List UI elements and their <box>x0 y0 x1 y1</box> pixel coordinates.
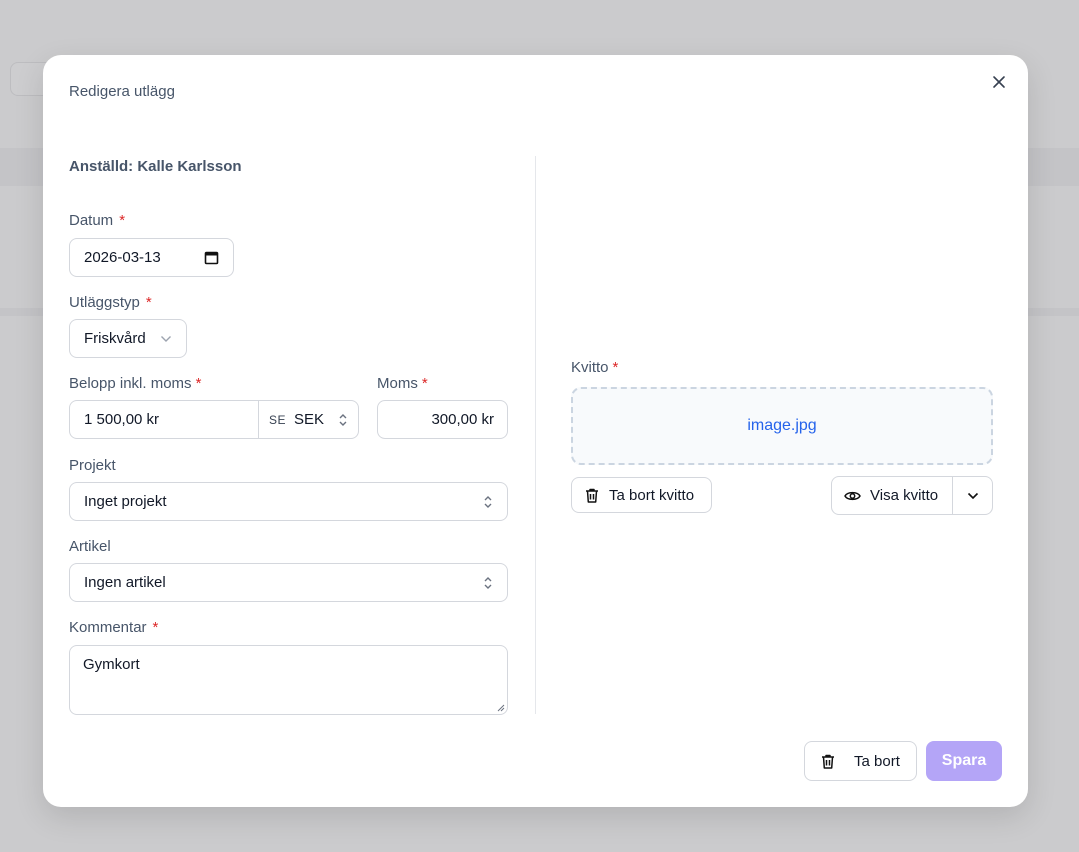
vat-input[interactable]: 300,00 kr <box>377 400 508 439</box>
project-select[interactable]: Inget projekt <box>69 482 508 521</box>
date-input[interactable]: 2026-03-13 <box>69 238 234 277</box>
comment-label: Kommentar * <box>69 619 159 636</box>
employee-name: Anställd: Kalle Karlsson <box>69 158 242 175</box>
expense-type-select[interactable]: Friskvård <box>69 319 187 358</box>
required-mark: * <box>195 375 202 392</box>
remove-receipt-label: Ta bort kvitto <box>609 486 695 504</box>
vat-value: 300,00 kr <box>431 411 494 428</box>
currency-select[interactable]: SE SEK <box>259 401 358 438</box>
required-mark: * <box>612 359 619 376</box>
chevron-updown-icon <box>484 576 492 589</box>
required-mark: * <box>145 294 152 311</box>
close-button[interactable] <box>988 71 1010 93</box>
remove-receipt-button[interactable]: Ta bort kvitto <box>571 477 712 513</box>
chevron-down-icon <box>161 335 171 342</box>
view-receipt-label: Visa kvitto <box>870 487 939 504</box>
required-mark: * <box>152 619 159 636</box>
eye-icon <box>844 491 861 500</box>
required-mark: * <box>119 212 126 229</box>
comment-textarea[interactable]: Gymkort <box>69 645 508 715</box>
article-value: Ingen artikel <box>84 574 166 591</box>
date-value: 2026-03-13 <box>84 249 161 266</box>
required-mark: * <box>421 375 428 392</box>
chevron-updown-icon <box>339 413 347 426</box>
comment-value: Gymkort <box>83 656 140 673</box>
delete-label: Ta bort <box>854 752 900 770</box>
calendar-icon[interactable] <box>204 250 219 265</box>
amount-label: Belopp inkl. moms * <box>69 375 202 392</box>
chevron-updown-icon <box>484 495 492 508</box>
date-label: Datum * <box>69 212 126 229</box>
expense-type-value: Friskvård <box>84 330 146 347</box>
trash-icon <box>822 754 834 769</box>
article-label: Artikel <box>69 538 111 555</box>
view-receipt-button[interactable]: Visa kvitto <box>832 477 953 514</box>
close-icon <box>993 76 1005 88</box>
currency-flag: SE <box>269 412 287 427</box>
amount-value[interactable]: 1 500,00 kr <box>70 401 259 438</box>
receipt-file-link[interactable]: image.jpg <box>747 417 816 435</box>
column-divider <box>535 156 536 714</box>
resize-handle-icon[interactable] <box>496 703 505 712</box>
view-receipt-dropdown-toggle[interactable] <box>953 477 992 514</box>
chevron-down-icon <box>967 492 978 499</box>
save-button[interactable]: Spara <box>926 741 1002 781</box>
trash-icon <box>586 488 598 503</box>
vat-label: Moms * <box>377 375 428 392</box>
project-value: Inget projekt <box>84 493 167 510</box>
edit-expense-dialog: Redigera utlägg Anställd: Kalle Karlsson… <box>43 55 1028 807</box>
type-label: Utläggstyp * <box>69 294 152 311</box>
receipt-dropzone[interactable]: image.jpg <box>571 387 993 465</box>
article-select[interactable]: Ingen artikel <box>69 563 508 602</box>
currency-value: SEK <box>294 411 325 428</box>
receipt-label: Kvitto * <box>571 359 619 376</box>
delete-button[interactable]: Ta bort <box>804 741 917 781</box>
project-label: Projekt <box>69 457 116 474</box>
view-receipt-button-group: Visa kvitto <box>831 476 993 515</box>
dialog-title: Redigera utlägg <box>69 83 175 100</box>
amount-input[interactable]: 1 500,00 kr SE SEK <box>69 400 359 439</box>
